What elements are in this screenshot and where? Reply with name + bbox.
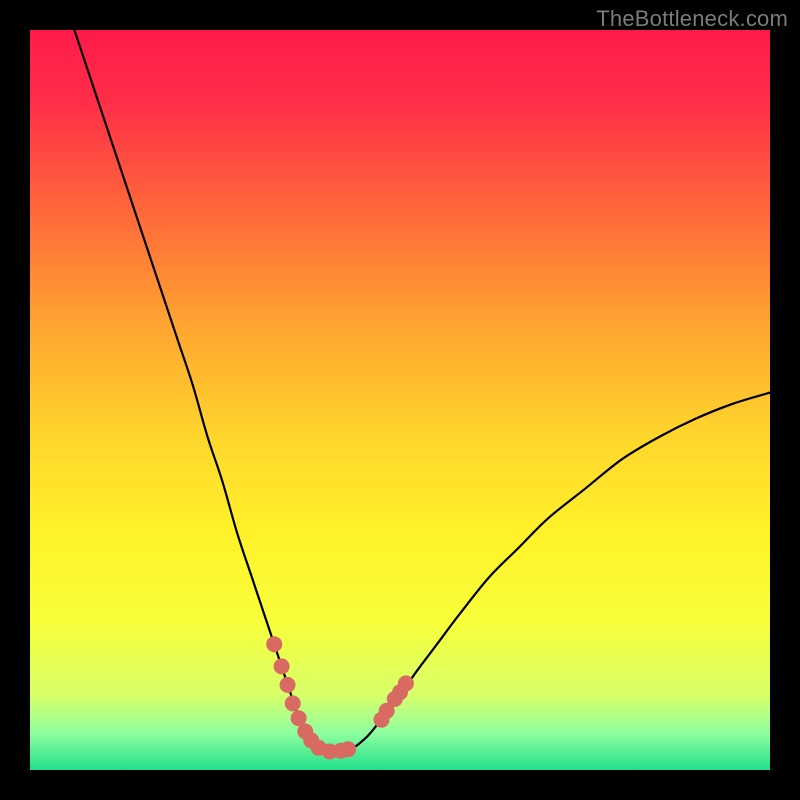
bottleneck-curve: [74, 30, 770, 752]
curve-marker: [340, 741, 356, 757]
curve-marker: [285, 695, 301, 711]
curve-markers: [266, 636, 414, 759]
plot-area: [30, 30, 770, 770]
curve-marker: [280, 677, 296, 693]
curve-marker: [398, 675, 414, 691]
chart-svg: [30, 30, 770, 770]
chart-frame: TheBottleneck.com: [0, 0, 800, 800]
watermark-text: TheBottleneck.com: [596, 6, 788, 32]
curve-marker: [266, 636, 282, 652]
curve-marker: [274, 658, 290, 674]
